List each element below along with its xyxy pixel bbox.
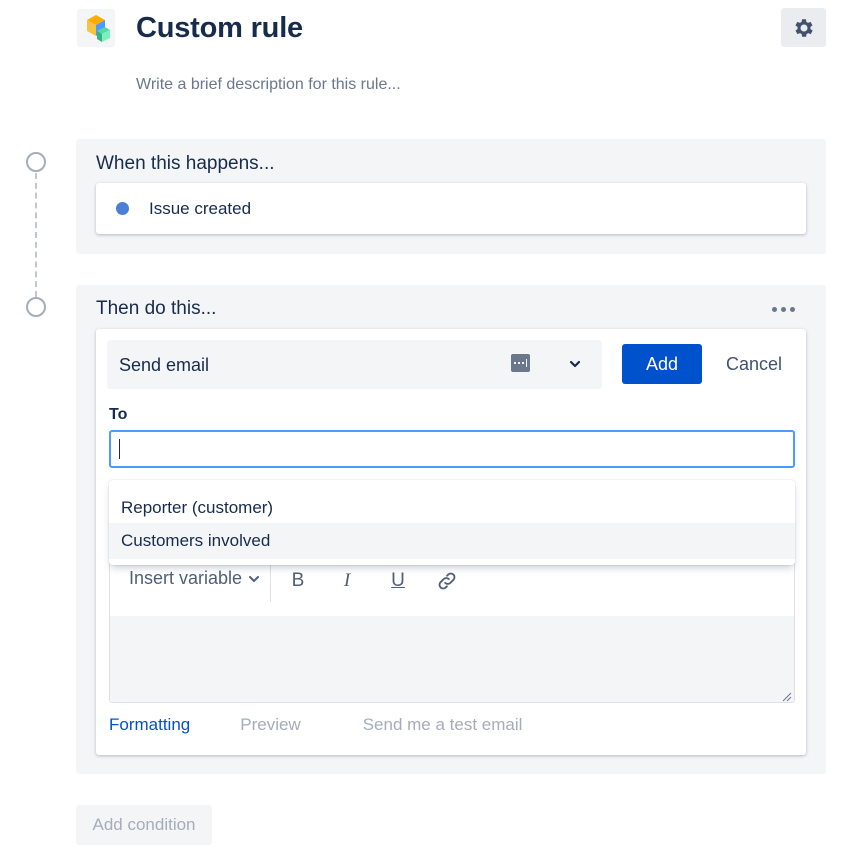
rule-logo-icon — [77, 9, 115, 47]
gear-icon — [794, 18, 813, 37]
add-button[interactable]: Add — [622, 344, 702, 384]
trigger-item[interactable]: Issue created — [96, 183, 806, 234]
editor-tabs: Formatting Preview Send me a test email — [109, 715, 522, 735]
recipient-suggestions-menu: Reporter (customer) Customers involved — [109, 480, 795, 565]
chevron-down-icon — [569, 360, 581, 368]
trigger-item-label: Issue created — [149, 198, 252, 218]
link-icon — [438, 572, 456, 590]
email-body-textarea[interactable] — [110, 616, 794, 702]
page-title: Custom rule — [136, 12, 303, 44]
action-type-label: Send email — [119, 355, 210, 375]
suggestion-reporter[interactable]: Reporter (customer) — [109, 490, 795, 526]
timeline-node-action — [26, 297, 46, 317]
tab-send-test-email[interactable]: Send me a test email — [363, 715, 523, 735]
link-button[interactable] — [432, 566, 462, 596]
chevron-down-icon — [249, 575, 260, 582]
resize-handle-icon[interactable] — [782, 692, 792, 702]
timeline-connector — [35, 173, 37, 297]
action-card: Send email Add Cancel To Insert variable — [96, 329, 806, 755]
insert-variable-dropdown[interactable]: Insert variable — [129, 568, 260, 589]
timeline-node-trigger — [26, 152, 46, 172]
more-options-icon[interactable] — [772, 307, 795, 312]
add-condition-button[interactable]: Add condition — [76, 805, 212, 845]
action-heading: Then do this... — [96, 298, 217, 319]
tab-formatting[interactable]: Formatting — [109, 715, 190, 735]
rule-description-input[interactable]: Write a brief description for this rule.… — [136, 76, 401, 94]
email-body-editor: Insert variable B I U — [109, 557, 795, 703]
suggestion-customers-involved[interactable]: Customers involved — [109, 523, 795, 559]
to-recipient-input[interactable] — [109, 430, 795, 468]
text-caret — [119, 439, 120, 459]
italic-button[interactable]: I — [332, 566, 362, 596]
trigger-status-dot — [116, 202, 129, 215]
bold-button[interactable]: B — [283, 566, 313, 596]
action-type-select[interactable]: Send email — [107, 340, 602, 389]
underline-button[interactable]: U — [383, 566, 413, 596]
action-panel: Then do this... Send email Add Cancel To… — [76, 285, 826, 774]
cancel-button[interactable]: Cancel — [714, 344, 794, 384]
insert-variable-label: Insert variable — [129, 568, 243, 588]
editor-toolbar: Insert variable B I U — [110, 558, 794, 616]
email-action-icon — [511, 354, 530, 372]
tab-preview[interactable]: Preview — [240, 715, 300, 735]
toolbar-divider — [270, 560, 271, 602]
trigger-heading: When this happens... — [96, 153, 275, 174]
settings-button[interactable] — [781, 8, 826, 47]
to-label: To — [109, 406, 128, 423]
trigger-panel: When this happens... Issue created — [76, 139, 826, 254]
